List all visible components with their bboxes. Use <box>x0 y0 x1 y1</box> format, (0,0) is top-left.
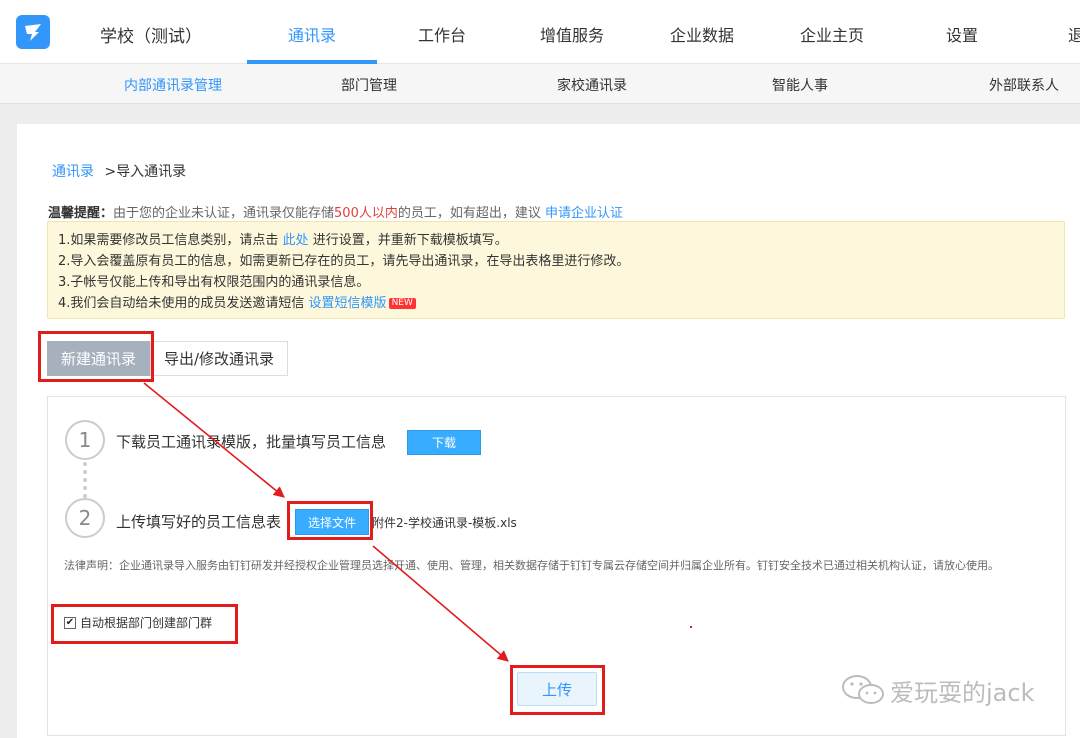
breadcrumb: 通讯录 >导入通讯录 <box>52 161 186 181</box>
tip-label: 温馨提醒： <box>48 206 114 221</box>
watermark: 爱玩耍的jack <box>840 672 1034 708</box>
subnav-department-management[interactable]: 部门管理 <box>341 75 397 95</box>
highlight-box-new-tab <box>38 331 154 382</box>
nav-workbench[interactable]: 工作台 <box>418 22 466 46</box>
wechat-icon <box>842 675 884 704</box>
breadcrumb-separator: > <box>104 164 117 180</box>
subnav-external-contacts[interactable]: 外部联系人 <box>989 75 1059 95</box>
selected-file-name: 附件2-学校通讯录-模板.xls <box>372 516 517 530</box>
highlight-box-checkbox <box>51 604 238 644</box>
step-1-text: 下载员工通讯录模版，批量填写员工信息 <box>116 433 387 451</box>
nav-enterprise-home[interactable]: 企业主页 <box>800 22 864 46</box>
subnav-internal-contacts[interactable]: 内部通讯录管理 <box>124 75 222 95</box>
tip-text-after: 的员工，如有超出，建议 <box>397 206 541 221</box>
tab-export-contacts[interactable]: 导出/修改通讯录 <box>150 341 288 376</box>
download-button[interactable]: 下载 <box>407 430 481 455</box>
legal-statement: 法律声明：企业通讯录导入服务由钉钉研发并经授权企业管理员选择开通、使用、管理，相… <box>64 559 999 572</box>
warm-tip: 温馨提醒：由于您的企业未认证，通讯录仅能存储500人以内的员工，如有超出，建议 … <box>48 202 623 221</box>
notice-here-link[interactable]: 此处 <box>283 233 309 248</box>
nav-enterprise-data[interactable]: 企业数据 <box>670 22 734 46</box>
step-2-circle: 2 <box>65 498 105 538</box>
step-connector <box>83 462 87 498</box>
subnav-school-contacts[interactable]: 家校通讯录 <box>557 75 627 95</box>
tip-limit: 500人以内 <box>334 206 398 221</box>
step-2-text: 上传填写好的员工信息表 <box>116 513 282 531</box>
notice-box: 1.如果需要修改员工信息类别，请点击 此处 进行设置，并重新下载模板填写。 2.… <box>47 221 1065 319</box>
highlight-box-upload <box>510 665 605 715</box>
notice-line-1-after: 进行设置，并重新下载模板填写。 <box>312 233 508 248</box>
breadcrumb-root[interactable]: 通讯录 <box>52 164 94 180</box>
notice-line-3: 3.子帐号仅能上传和导出有权限范围内的通讯录信息。 <box>58 275 370 290</box>
nav-logout-cut[interactable]: 退 <box>1068 22 1080 46</box>
new-badge: NEW <box>388 298 416 309</box>
nav-settings[interactable]: 设置 <box>946 22 978 46</box>
top-nav: 学校（测试） 通讯录 工作台 增值服务 企业数据 企业主页 设置 退 <box>0 0 1080 64</box>
watermark-text: 爱玩耍的jack <box>890 678 1035 707</box>
tip-text-before: 由于您的企业未认证，通讯录仅能存储 <box>113 206 335 221</box>
stray-dot <box>690 626 692 628</box>
notice-line-4: 4.我们会自动给未使用的成员发送邀请短信 设置短信模版 NEW <box>58 293 1054 314</box>
sms-template-link[interactable]: 设置短信模版 <box>309 296 387 311</box>
subnav-smart-hr[interactable]: 智能人事 <box>772 75 828 95</box>
nav-contacts[interactable]: 通讯录 <box>288 22 336 46</box>
breadcrumb-current: 导入通讯录 <box>116 164 187 180</box>
dingtalk-logo-icon[interactable] <box>16 15 50 49</box>
notice-line-1: 1.如果需要修改员工信息类别，请点击 此处 进行设置，并重新下载模板填写。 <box>58 230 1054 251</box>
notice-line-1-text: 1.如果需要修改员工信息类别，请点击 <box>58 233 279 248</box>
highlight-box-choose-file <box>287 501 373 540</box>
org-name[interactable]: 学校（测试） <box>100 22 202 47</box>
notice-line-2: 2.导入会覆盖原有员工的信息，如需更新已存在的员工，请先导出通讯录，在导出表格里… <box>58 254 630 269</box>
sub-nav: 内部通讯录管理 部门管理 家校通讯录 智能人事 外部联系人 <box>0 64 1080 104</box>
step-1-circle: 1 <box>65 420 105 460</box>
nav-value-services[interactable]: 增值服务 <box>540 22 604 46</box>
apply-certification-link[interactable]: 申请企业认证 <box>545 206 623 221</box>
notice-line-4-text: 4.我们会自动给未使用的成员发送邀请短信 <box>58 296 305 311</box>
